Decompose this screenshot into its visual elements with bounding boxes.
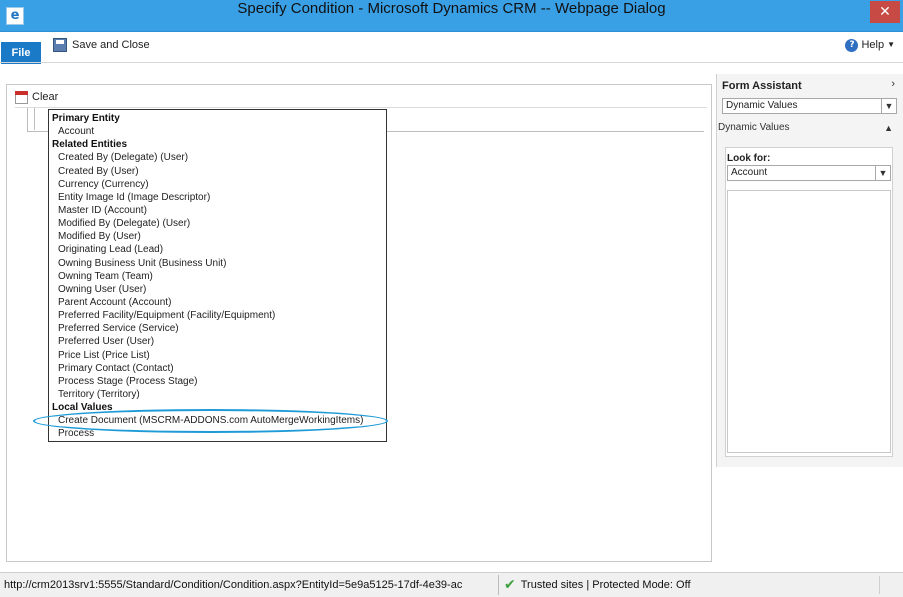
dropdown-option[interactable]: Master ID (Account) (49, 204, 386, 217)
help-button[interactable]: ? Help ▼ (845, 38, 895, 52)
condition-bracket (34, 108, 49, 130)
dropdown-option[interactable]: Created By (User) (49, 165, 386, 178)
help-icon: ? (845, 38, 859, 52)
form-assistant-select-value: Dynamic Values (726, 100, 798, 111)
dropdown-option[interactable]: Modified By (Delegate) (User) (49, 217, 386, 230)
dropdown-option[interactable]: Modified By (User) (49, 230, 386, 243)
chevron-down-icon: ▼ (887, 40, 895, 49)
dropdown-option[interactable]: Process Stage (Process Stage) (49, 375, 386, 388)
clear-icon (15, 90, 28, 104)
collapse-section-icon[interactable]: ▲ (884, 123, 893, 133)
dropdown-group-header: Related Entities (52, 139, 128, 151)
dropdown-option[interactable]: Account (49, 125, 386, 138)
file-tab[interactable]: File (1, 42, 41, 64)
dropdown-option[interactable]: Process (49, 427, 386, 440)
dropdown-option[interactable]: Created By (Delegate) (User) (49, 151, 386, 164)
look-for-value: Account (731, 167, 768, 178)
dropdown-option[interactable]: Primary Contact (Contact) (49, 362, 386, 375)
security-zone: ✔ Trusted sites | Protected Mode: Off (504, 573, 691, 597)
dropdown-option[interactable]: Owning Business Unit (Business Unit) (49, 257, 386, 270)
status-bar: http://crm2013srv1:5555/Standard/Conditi… (0, 572, 903, 597)
form-assistant-select[interactable]: Dynamic Values ▼ (722, 98, 897, 114)
form-assistant-panel: Form Assistant › Dynamic Values ▼ Dynami… (716, 74, 903, 467)
entity-dropdown-list[interactable]: Primary Entity Account Related Entities … (48, 109, 387, 442)
check-icon: ✔ (504, 577, 516, 593)
dropdown-option[interactable]: Entity Image Id (Image Descriptor) (49, 191, 386, 204)
ribbon: File Save and Close ? Help ▼ (0, 32, 903, 64)
chevron-down-icon: ▼ (875, 166, 890, 180)
dropdown-option[interactable]: Currency (Currency) (49, 178, 386, 191)
title-bar: e Specify Condition - Microsoft Dynamics… (0, 0, 903, 32)
dropdown-option[interactable]: Preferred Facility/Equipment (Facility/E… (49, 309, 386, 322)
dropdown-group-header: Local Values (52, 402, 113, 414)
dynamic-values-box: Look for: Account ▼ (725, 147, 893, 457)
clear-label: Clear (32, 91, 59, 103)
save-icon (53, 38, 67, 52)
chevron-down-icon: ▼ (881, 99, 896, 113)
dropdown-option-create-document[interactable]: Create Document (MSCRM-ADDONS.com AutoMe… (49, 414, 386, 427)
security-zone-label: Trusted sites | Protected Mode: Off (520, 579, 691, 591)
clear-button[interactable]: Clear (15, 89, 58, 105)
dropdown-option[interactable]: Preferred Service (Service) (49, 322, 386, 335)
help-label: Help (861, 39, 885, 51)
look-for-label: Look for: (727, 153, 771, 164)
resize-grip[interactable] (879, 576, 901, 594)
dropdown-option[interactable]: Owning User (User) (49, 283, 386, 296)
window-title: Specify Condition - Microsoft Dynamics C… (237, 0, 666, 17)
dropdown-option[interactable]: Owning Team (Team) (49, 270, 386, 283)
save-and-close-button[interactable]: Save and Close (53, 37, 150, 53)
close-button[interactable]: ✕ (870, 1, 900, 23)
dropdown-option[interactable]: Parent Account (Account) (49, 296, 386, 309)
status-url: http://crm2013srv1:5555/Standard/Conditi… (4, 579, 463, 591)
dropdown-group-header: Primary Entity (52, 113, 120, 124)
ribbon-divider (0, 62, 903, 63)
section-label: Dynamic Values (718, 122, 790, 133)
dropdown-option[interactable]: Originating Lead (Lead) (49, 243, 386, 256)
save-and-close-label: Save and Close (72, 39, 150, 51)
dropdown-option[interactable]: Territory (Territory) (49, 388, 386, 401)
look-for-select[interactable]: Account ▼ (727, 165, 891, 181)
dropdown-option[interactable]: Price List (Price List) (49, 349, 386, 362)
status-divider (498, 575, 499, 595)
form-assistant-title: Form Assistant (722, 80, 802, 92)
dropdown-option[interactable]: Preferred User (User) (49, 335, 386, 348)
field-list[interactable] (727, 190, 891, 453)
chevron-right-icon[interactable]: › (891, 78, 895, 90)
